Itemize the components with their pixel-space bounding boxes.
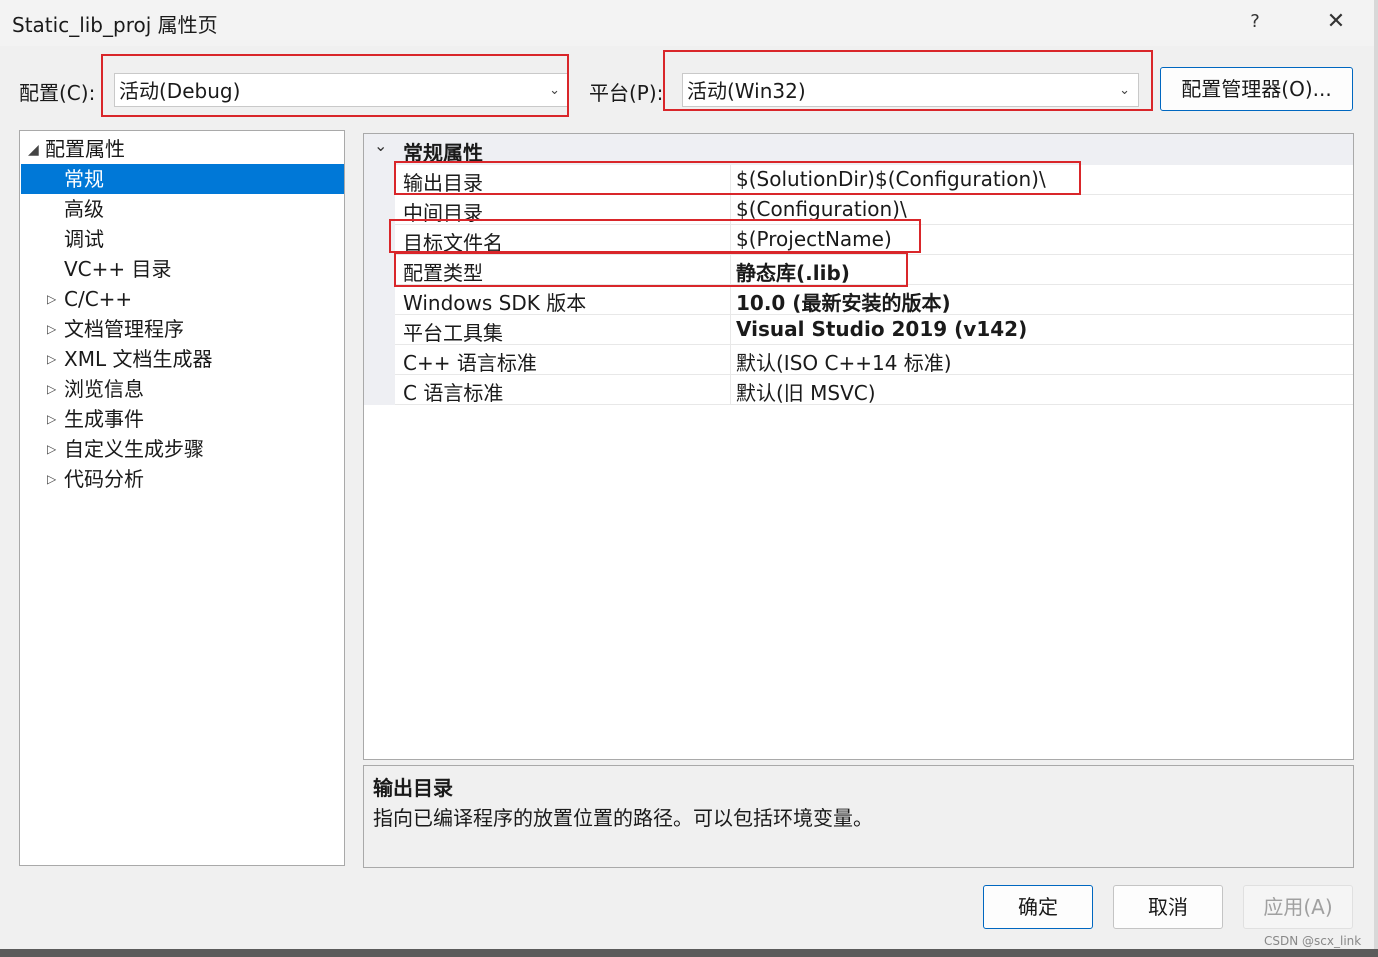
tree-item-root[interactable]: ◢ 配置属性 xyxy=(20,134,344,164)
property-name: C 语言标准 xyxy=(403,381,504,405)
window-title: Static_lib_proj 属性页 xyxy=(12,13,218,37)
column-divider xyxy=(730,375,731,405)
property-row-sdk-version[interactable]: Windows SDK 版本 10.0 (最新安装的版本) xyxy=(395,285,1353,315)
property-row-platform-toolset[interactable]: 平台工具集 Visual Studio 2019 (v142) xyxy=(395,315,1353,345)
collapsed-triangle-icon[interactable]: ▷ xyxy=(47,284,56,314)
column-divider xyxy=(730,345,731,375)
property-value[interactable]: $(Configuration)\ xyxy=(736,197,907,221)
property-value[interactable]: 默认(ISO C++14 标准) xyxy=(736,347,952,376)
tree-item-code-analysis[interactable]: ▷ 代码分析 xyxy=(20,464,344,494)
expanded-triangle-icon[interactable]: ◢ xyxy=(28,135,39,165)
tree-item-build-events[interactable]: ▷ 生成事件 xyxy=(20,404,344,434)
tree-item-doc-manager[interactable]: ▷ 文档管理程序 xyxy=(20,314,344,344)
property-tree: ◢ 配置属性 常规 高级 调试 VC++ 目录 ▷ C/C++ ▷ 文档管理程序… xyxy=(19,130,345,866)
tree-item-label: XML 文档生成器 xyxy=(64,347,213,371)
tree-item-label: 文档管理程序 xyxy=(64,317,184,341)
tree-item-label: 生成事件 xyxy=(64,407,144,431)
tree-item-label: 自定义生成步骤 xyxy=(64,437,204,461)
property-value[interactable]: Visual Studio 2019 (v142) xyxy=(736,317,1027,341)
platform-highlight-box xyxy=(663,50,1153,111)
platform-label: 平台(P): xyxy=(589,81,664,105)
close-icon[interactable]: ✕ xyxy=(1322,8,1350,36)
tree-item-label: C/C++ xyxy=(64,287,133,311)
column-divider xyxy=(730,315,731,345)
tree-item-label: VC++ 目录 xyxy=(64,257,172,281)
tree-item-custom-build[interactable]: ▷ 自定义生成步骤 xyxy=(20,434,344,464)
config-manager-button[interactable]: 配置管理器(O)... xyxy=(1160,67,1353,111)
tree-item-advanced[interactable]: 高级 xyxy=(20,194,344,224)
tree-item-label: 高级 xyxy=(64,197,104,221)
collapsed-triangle-icon[interactable]: ▷ xyxy=(47,434,56,464)
collapsed-triangle-icon[interactable]: ▷ xyxy=(47,344,56,374)
tree-item-label: 调试 xyxy=(64,227,104,251)
description-title: 输出目录 xyxy=(373,776,453,800)
column-divider xyxy=(730,285,731,315)
config-highlight-box xyxy=(101,54,569,117)
window-bottom-edge xyxy=(0,949,1378,957)
property-name: C++ 语言标准 xyxy=(403,351,537,375)
grid-gutter xyxy=(364,134,395,405)
property-row-c-standard[interactable]: C 语言标准 默认(旧 MSVC) xyxy=(395,375,1353,405)
property-name: 平台工具集 xyxy=(403,321,503,345)
collapsed-triangle-icon[interactable]: ▷ xyxy=(47,464,56,494)
ok-button[interactable]: 确定 xyxy=(983,885,1093,929)
window-edge xyxy=(1374,0,1378,957)
config-label: 配置(C): xyxy=(19,81,96,105)
output-dir-highlight-box xyxy=(394,161,1081,195)
collapsed-triangle-icon[interactable]: ▷ xyxy=(47,314,56,344)
property-value[interactable]: 10.0 (最新安装的版本) xyxy=(736,287,951,316)
help-icon[interactable]: ? xyxy=(1243,8,1267,36)
target-name-highlight-box xyxy=(389,219,921,253)
tree-item-general[interactable]: 常规 xyxy=(21,164,344,194)
property-value[interactable]: 默认(旧 MSVC) xyxy=(736,377,876,406)
cancel-button[interactable]: 取消 xyxy=(1113,885,1223,929)
description-panel: 输出目录 指向已编译程序的放置位置的路径。可以包括环境变量。 xyxy=(363,765,1354,868)
config-type-highlight-box xyxy=(394,252,908,287)
tree-item-debugging[interactable]: 调试 xyxy=(20,224,344,254)
collapsed-triangle-icon[interactable]: ▷ xyxy=(47,374,56,404)
apply-button[interactable]: 应用(A) xyxy=(1243,885,1353,929)
tree-item-label: 配置属性 xyxy=(45,137,125,161)
property-name: Windows SDK 版本 xyxy=(403,291,587,315)
tree-item-xml-doc[interactable]: ▷ XML 文档生成器 xyxy=(20,344,344,374)
tree-item-label: 代码分析 xyxy=(64,467,144,491)
collapsed-triangle-icon[interactable]: ▷ xyxy=(47,404,56,434)
watermark: CSDN @scx_link xyxy=(1264,934,1362,948)
tree-item-vc-directories[interactable]: VC++ 目录 xyxy=(20,254,344,284)
property-row-cpp-standard[interactable]: C++ 语言标准 默认(ISO C++14 标准) xyxy=(395,345,1353,375)
tree-item-label: 浏览信息 xyxy=(64,377,144,401)
tree-item-c-cpp[interactable]: ▷ C/C++ xyxy=(20,284,344,314)
chevron-down-icon[interactable]: ⌄ xyxy=(374,136,387,155)
tree-item-browse-info[interactable]: ▷ 浏览信息 xyxy=(20,374,344,404)
tree-item-label: 常规 xyxy=(64,167,104,191)
description-text: 指向已编译程序的放置位置的路径。可以包括环境变量。 xyxy=(373,806,873,830)
